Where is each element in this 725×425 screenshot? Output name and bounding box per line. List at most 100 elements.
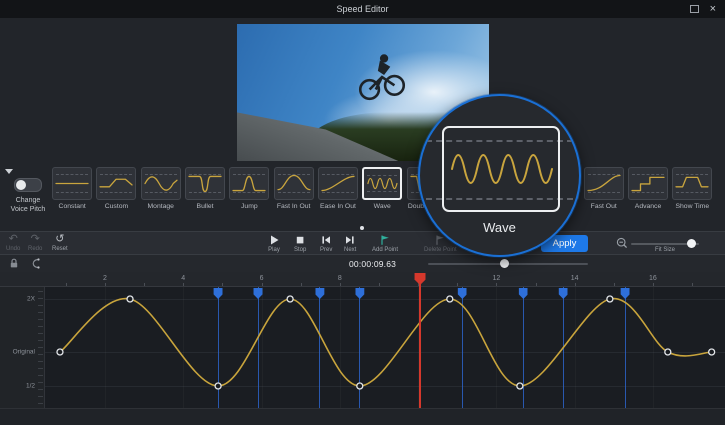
preset-thumb-fast-out[interactable] xyxy=(584,167,624,200)
maximize-icon[interactable] xyxy=(690,5,699,13)
preset-label: Constant xyxy=(59,203,86,210)
gridline-2x xyxy=(45,299,725,300)
keyframe-marker-line[interactable] xyxy=(218,287,219,408)
next-button[interactable]: Next xyxy=(344,234,356,253)
speed-axis-gutter: 2X Original 1/2 xyxy=(0,287,45,408)
keyframe-marker-line[interactable] xyxy=(625,287,626,408)
ruler-minor-tick xyxy=(301,283,302,286)
preset-thumb-wave[interactable] xyxy=(362,167,402,200)
axis-label-original: Original xyxy=(13,349,35,356)
keyframe-marker-line[interactable] xyxy=(523,287,524,408)
keyframe-marker-handle[interactable] xyxy=(559,288,568,299)
curve-tool-icon[interactable] xyxy=(28,257,40,269)
keyframe-marker-handle[interactable] xyxy=(315,288,324,299)
keyframe-marker-line[interactable] xyxy=(319,287,320,408)
preset-thumb-fast-in-out[interactable] xyxy=(274,167,314,200)
keyframe-marker-line[interactable] xyxy=(359,287,360,408)
window-title: Speed Editor xyxy=(336,4,388,14)
voice-pitch-toggle[interactable] xyxy=(14,178,42,192)
preset-advance[interactable]: Advance xyxy=(626,167,670,210)
close-icon[interactable]: × xyxy=(710,4,716,15)
next-icon xyxy=(344,234,356,246)
preset-constant[interactable]: Constant xyxy=(50,167,94,210)
lock-icon[interactable] xyxy=(8,257,20,269)
keyframe-marker-line[interactable] xyxy=(563,287,564,408)
ruler-minor-tick xyxy=(575,283,576,286)
bottom-scroll-band[interactable] xyxy=(0,408,725,425)
collapse-arrow-icon[interactable] xyxy=(5,169,13,174)
preset-ease-in-out[interactable]: Ease In Out xyxy=(316,167,360,210)
preset-thumb-show-time[interactable] xyxy=(672,167,712,200)
preset-label: Fast In Out xyxy=(277,203,311,210)
graph-vline xyxy=(262,287,263,408)
ruler-minor-tick xyxy=(692,283,693,286)
playhead-line[interactable] xyxy=(419,273,421,408)
keyframe-marker-handle[interactable] xyxy=(519,288,528,299)
zoom-out-icon[interactable] xyxy=(616,237,628,249)
fit-size-label: Fit Size xyxy=(631,247,699,253)
magnified-preset-label: Wave xyxy=(420,220,579,235)
preset-label: Show Time xyxy=(675,203,709,210)
graph-vline xyxy=(105,287,106,408)
preset-bullet[interactable]: Bullet xyxy=(183,167,227,210)
keyframe-marker-handle[interactable] xyxy=(214,288,223,299)
undo-button[interactable]: ↶ Undo xyxy=(6,234,20,252)
preset-custom[interactable]: Custom xyxy=(94,167,138,210)
bmx-rider-silhouette xyxy=(353,46,411,104)
preset-thumb-advance[interactable] xyxy=(628,167,668,200)
play-button[interactable]: Play xyxy=(268,234,280,253)
timeline-ruler[interactable]: 246810121416 xyxy=(0,272,725,287)
strip-page-dot xyxy=(360,226,364,230)
preset-thumb-constant[interactable] xyxy=(52,167,92,200)
ruler-minor-tick xyxy=(379,283,380,286)
prev-icon xyxy=(320,234,332,246)
graph-vline xyxy=(575,287,576,408)
keyframe-marker-handle[interactable] xyxy=(458,288,467,299)
ruler-minor-tick xyxy=(66,283,67,286)
preset-show-time[interactable]: Show Time xyxy=(670,167,714,210)
keyframe-marker-line[interactable] xyxy=(462,287,463,408)
speed-graph[interactable]: 2X Original 1/2 xyxy=(0,287,725,408)
playback-slider-knob[interactable] xyxy=(500,259,509,268)
voice-pitch-control: Change Voice Pitch xyxy=(7,178,49,214)
reset-button[interactable]: ↺ Reset xyxy=(52,234,68,252)
preset-thumb-jump[interactable] xyxy=(229,167,269,200)
reset-icon: ↺ xyxy=(55,234,64,245)
preset-thumb-custom[interactable] xyxy=(96,167,136,200)
preset-thumb-ease-in-out[interactable] xyxy=(318,167,358,200)
preset-fast-out[interactable]: Fast Out xyxy=(582,167,626,210)
preset-thumb-bullet[interactable] xyxy=(185,167,225,200)
preset-fast-in-out[interactable]: Fast In Out xyxy=(271,167,315,210)
keyframe-marker-handle[interactable] xyxy=(355,288,364,299)
preset-montage[interactable]: Montage xyxy=(139,167,183,210)
play-icon xyxy=(268,234,280,246)
ruler-minor-tick xyxy=(183,283,184,286)
window-controls: × xyxy=(690,0,716,18)
redo-button[interactable]: ↷ Redo xyxy=(28,234,42,252)
stop-button[interactable]: Stop xyxy=(294,234,306,253)
preset-label: Advance xyxy=(635,203,661,210)
preset-thumb-montage[interactable] xyxy=(141,167,181,200)
ruler-minor-tick xyxy=(262,283,263,286)
magnified-wave-thumbnail[interactable] xyxy=(442,126,560,212)
preset-label: Bullet xyxy=(197,203,214,210)
keyframe-marker-handle[interactable] xyxy=(621,288,630,299)
ruler-minor-tick xyxy=(536,283,537,286)
preset-jump[interactable]: Jump xyxy=(227,167,271,210)
prev-button[interactable]: Prev xyxy=(320,234,332,253)
ruler-minor-tick xyxy=(340,283,341,286)
ruler-tick-4: 4 xyxy=(181,275,185,282)
ruler-tick-14: 14 xyxy=(571,275,579,282)
titlebar[interactable]: Speed Editor × xyxy=(0,0,725,18)
preset-wave[interactable]: Wave xyxy=(360,167,404,210)
redo-icon: ↷ xyxy=(31,234,40,245)
speed-editor-window: Speed Editor × Change Voice Pitch Consta… xyxy=(0,0,725,425)
graph-vline xyxy=(653,287,654,408)
keyframe-marker-line[interactable] xyxy=(258,287,259,408)
ruler-minor-tick xyxy=(653,283,654,286)
preset-label: Montage xyxy=(148,203,174,210)
ruler-tick-8: 8 xyxy=(338,275,342,282)
add-point-button[interactable]: Add Point xyxy=(372,234,398,253)
preset-label: Custom xyxy=(105,203,128,210)
stop-icon xyxy=(294,234,306,246)
